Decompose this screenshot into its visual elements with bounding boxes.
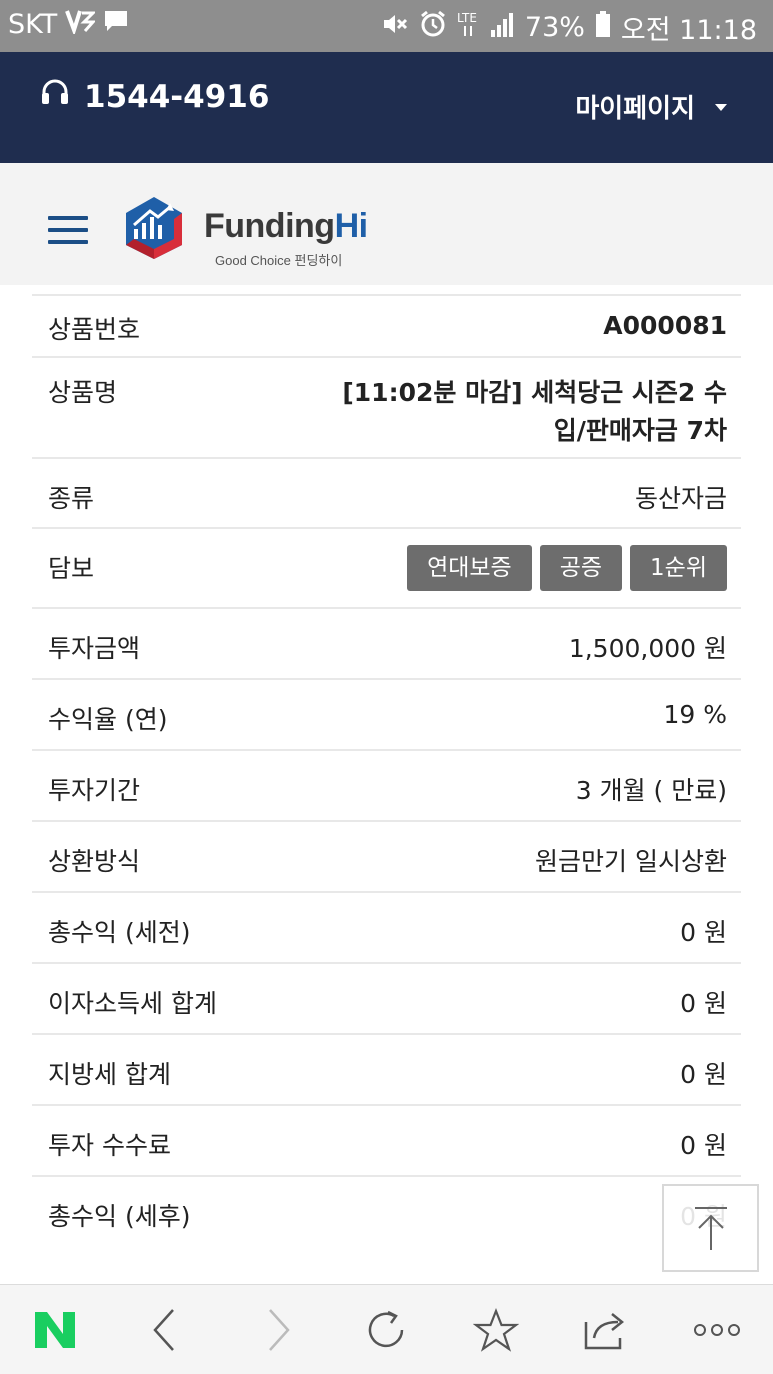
row-interest-tax: 이자소득세 합계 0 원 <box>32 964 741 1035</box>
label-total-profit-post-tax: 총수익 (세후) <box>48 1202 191 1231</box>
row-total-profit-post-tax: 총수익 (세후) 0 원 <box>32 1177 741 1257</box>
value-yield: 19 % <box>663 700 727 729</box>
carrier-label: SKT <box>8 9 58 40</box>
label-fee: 투자 수수료 <box>48 1131 171 1160</box>
battery-icon <box>595 10 611 45</box>
brand-tagline: Good Choice 펀딩하이 <box>215 253 343 268</box>
naver-logo-icon <box>35 1312 75 1348</box>
row-repayment: 상환방식 원금만기 일시상환 <box>32 822 741 893</box>
value-product-name-line2: 입/판매자금 7차 <box>553 416 727 445</box>
value-repayment: 원금만기 일시상환 <box>535 847 727 876</box>
battery-percent: 73% <box>524 12 585 43</box>
customer-center-phone[interactable]: 1544-4916 <box>40 78 269 116</box>
tag-notarization: 공증 <box>539 545 623 591</box>
more-button[interactable] <box>692 1307 742 1353</box>
label-collateral: 담보 <box>48 554 95 583</box>
row-investment-amount: 투자금액 1,500,000 원 <box>32 609 741 680</box>
value-type: 동산자금 <box>634 484 727 513</box>
volte-icon <box>65 8 97 41</box>
value-period: 3 개월 ( 만료) <box>575 776 727 805</box>
label-total-profit-pre-tax: 총수익 (세전) <box>48 918 191 947</box>
label-investment-amount: 투자금액 <box>48 634 141 663</box>
caret-down-icon <box>715 104 727 111</box>
status-right: LTE 73% 오전 11:18 <box>381 8 757 47</box>
chevron-left-icon <box>153 1309 174 1351</box>
logo-bar: FundingHi Good Choice 펀딩하이 <box>0 163 773 285</box>
tag-joint-guarantee: 연대보증 <box>407 545 532 591</box>
row-product-no: 상품번호 A000081 <box>32 296 741 358</box>
row-yield: 수익율 (연) 19 % <box>32 680 741 751</box>
value-fee: 0 원 <box>680 1131 727 1160</box>
brand-name[interactable]: FundingHi <box>204 207 368 246</box>
row-total-profit-pre-tax: 총수익 (세전) 0 원 <box>32 893 741 964</box>
value-interest-tax: 0 원 <box>680 989 727 1018</box>
phone-number: 1544-4916 <box>84 79 270 115</box>
row-period: 투자기간 3 개월 ( 만료) <box>32 751 741 822</box>
mute-icon <box>381 11 409 44</box>
mypage-dropdown[interactable]: 마이페이지 <box>575 88 727 125</box>
top-header: 1544-4916 마이페이지 <box>0 52 773 163</box>
chevron-right-icon <box>269 1309 290 1351</box>
brand-name-prefix: Funding <box>204 207 335 245</box>
value-product-no: A000081 <box>603 311 727 340</box>
investment-detail-table: 상품번호 A000081 상품명 [11:02분 마감] 세척당근 시즌2 수 … <box>32 294 741 1257</box>
refresh-icon <box>368 1310 404 1348</box>
status-bar: SKT LTE 73% 오전 11:18 <box>0 0 773 52</box>
arrow-up-icon <box>694 1207 727 1250</box>
message-icon <box>103 9 129 40</box>
forward-button[interactable] <box>254 1307 304 1353</box>
tag-first-priority: 1순위 <box>630 545 727 591</box>
value-local-tax: 0 원 <box>680 1060 727 1089</box>
label-repayment: 상환방식 <box>48 847 141 876</box>
label-product-name: 상품명 <box>48 378 118 407</box>
label-yield: 수익율 (연) <box>48 705 168 734</box>
naver-home-button[interactable] <box>30 1307 80 1353</box>
row-fee: 투자 수수료 0 원 <box>32 1106 741 1177</box>
lte-signal-icon: LTE <box>457 10 515 45</box>
value-product-name-line1: [11:02분 마감] 세척당근 시즌2 수 <box>342 378 727 407</box>
collateral-tags: 연대보증 공증 1순위 <box>407 545 727 591</box>
status-left: SKT <box>8 8 129 41</box>
label-period: 투자기간 <box>48 776 141 805</box>
share-icon <box>584 1313 625 1350</box>
alarm-icon <box>419 10 447 45</box>
row-product-name: 상품명 [11:02분 마감] 세척당근 시즌2 수 입/판매자금 7차 <box>32 358 741 459</box>
label-local-tax: 지방세 합계 <box>48 1060 171 1089</box>
brand-name-suffix: Hi <box>334 207 369 245</box>
value-total-profit-pre-tax: 0 원 <box>680 918 727 947</box>
scroll-to-top-button[interactable] <box>662 1184 759 1272</box>
label-interest-tax: 이자소득세 합계 <box>48 989 217 1018</box>
mypage-label: 마이페이지 <box>575 94 695 124</box>
bookmark-button[interactable] <box>471 1307 521 1353</box>
reload-button[interactable] <box>361 1307 411 1353</box>
more-dots-icon <box>694 1324 740 1336</box>
row-collateral: 담보 연대보증 공증 1순위 <box>32 529 741 609</box>
row-local-tax: 지방세 합계 0 원 <box>32 1035 741 1106</box>
value-investment-amount: 1,500,000 원 <box>568 634 727 663</box>
row-type: 종류 동산자금 <box>32 459 741 529</box>
fundinghi-logo-icon[interactable] <box>124 195 184 261</box>
menu-icon[interactable] <box>48 216 88 244</box>
back-button[interactable] <box>139 1307 189 1353</box>
headset-icon <box>40 78 70 116</box>
star-icon <box>473 1308 519 1352</box>
svg-text:LTE: LTE <box>457 11 477 25</box>
browser-toolbar <box>0 1284 773 1374</box>
label-type: 종류 <box>48 484 95 513</box>
clock: 오전 11:18 <box>620 15 757 46</box>
label-product-no: 상품번호 <box>48 315 141 344</box>
share-button[interactable] <box>581 1307 631 1353</box>
